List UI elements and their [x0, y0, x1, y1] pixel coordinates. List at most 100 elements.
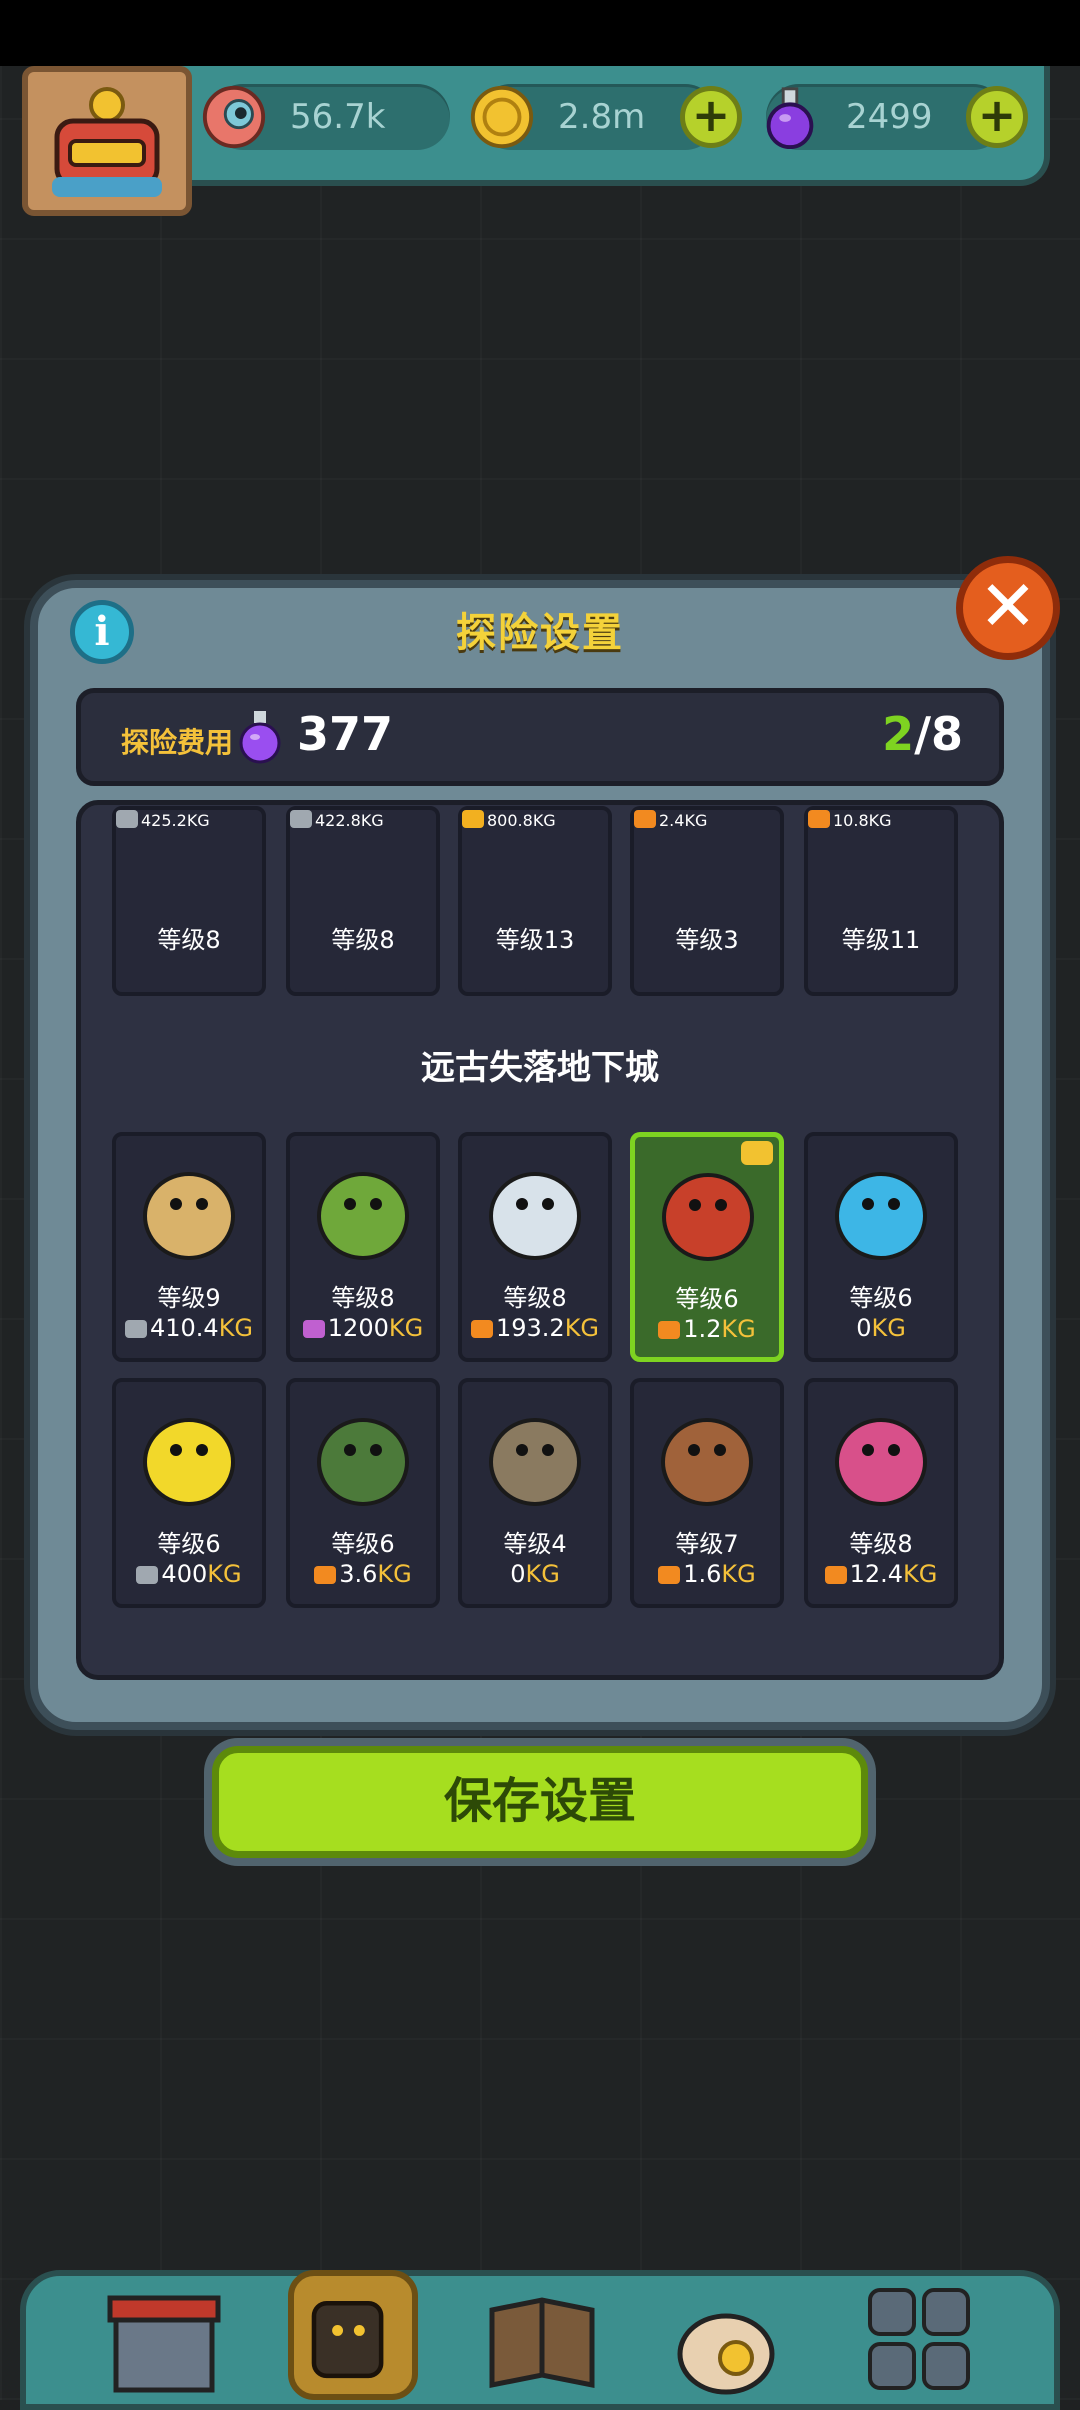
weight-unit: KG — [525, 1560, 560, 1588]
nav-menu-grid-icon[interactable] — [860, 2270, 980, 2400]
mandrake-icon — [317, 1172, 409, 1260]
monster-level: 等级6 — [157, 1530, 221, 1558]
player-avatar[interactable] — [22, 66, 192, 216]
selected-badge-icon — [741, 1141, 773, 1165]
weight-value: 400 — [161, 1560, 208, 1588]
status-bar — [0, 0, 1080, 66]
monster-level: 等级3 — [675, 926, 739, 954]
kg-bag-icon — [116, 810, 138, 828]
monster-level: 等级8 — [157, 926, 221, 954]
weight-unit: KG — [721, 1560, 756, 1588]
card-brown-bear[interactable]: 等级7 1.6KG — [630, 1378, 784, 1608]
weight-value: 1200 — [327, 1314, 389, 1342]
weight-value: 0 — [856, 1314, 872, 1342]
kg-bag-icon — [824, 1566, 847, 1584]
eyeball-value: 56.7k — [290, 97, 386, 137]
card-red-dino[interactable]: 等级6 1.2KG — [630, 1132, 784, 1362]
card-blue-blob[interactable]: 等级6 0KG — [804, 1132, 958, 1362]
weight-unit: KG — [868, 811, 892, 830]
monster-level: 等级13 — [495, 926, 575, 954]
nav-coin-bag-icon[interactable] — [666, 2270, 786, 2400]
weight-value: 10.8 — [833, 811, 869, 830]
weight-unit: KG — [903, 1560, 938, 1588]
weight-value: 425.2 — [141, 811, 187, 830]
pink-chameleon-icon — [835, 1418, 927, 1506]
partial-monster-card[interactable]: 等级3 2.4KG — [630, 806, 784, 996]
weight-value: 410.4 — [149, 1314, 219, 1342]
weight-label: 0KG — [462, 1560, 608, 1588]
eyeball-resource: 56.7k — [202, 84, 450, 150]
partial-monster-card[interactable]: 等级8 422.8KG — [286, 806, 440, 996]
card-pink-chameleon[interactable]: 等级8 12.4KG — [804, 1378, 958, 1608]
weight-value: 1.2 — [683, 1315, 722, 1343]
weight-unit: KG — [186, 811, 210, 830]
weight-unit: KG — [218, 1314, 254, 1342]
save-settings-button[interactable]: 保存设置 — [212, 1746, 868, 1858]
kg-bag-icon — [124, 1320, 147, 1338]
weight-label: 1.2KG — [635, 1315, 779, 1343]
top-hat-goblin-icon — [317, 1418, 409, 1506]
kg-bag-icon — [658, 1321, 681, 1339]
weight-unit: KG — [377, 1560, 412, 1588]
kg-bag-icon — [136, 1566, 159, 1584]
partial-monster-card[interactable]: 等级11 10.8KG — [804, 806, 958, 996]
kg-bag-icon — [634, 810, 656, 828]
cost-value: 377 — [297, 707, 394, 761]
partial-monster-card[interactable]: 等级8 425.2KG — [112, 806, 266, 996]
nav-shop-icon[interactable] — [104, 2270, 224, 2400]
yellow-lizard-icon — [143, 1418, 235, 1506]
weight-value: 193.2 — [495, 1314, 565, 1342]
weight-unit: KG — [532, 811, 556, 830]
section-title: 远古失落地下城 — [421, 1048, 659, 1088]
weight-label: 0KG — [808, 1314, 954, 1342]
monster-level: 等级6 — [675, 1285, 739, 1313]
monster-level: 等级6 — [849, 1284, 913, 1312]
potion-value: 2499 — [846, 97, 933, 137]
weight-label: 12.4KG — [808, 1560, 954, 1588]
kg-bag-icon — [290, 810, 312, 828]
monster-level: 等级8 — [503, 1284, 567, 1312]
weight-value: 3.6 — [339, 1560, 378, 1588]
add-potion-button[interactable]: + — [966, 86, 1028, 148]
expedition-cost-bar: 探险费用 377 2/8 — [76, 688, 1004, 786]
weight-unit: KG — [207, 1560, 242, 1588]
coin-icon — [470, 85, 534, 149]
nav-book-icon[interactable] — [482, 2270, 602, 2400]
card-scarecrow-king[interactable]: 等级9 410.4KG — [112, 1132, 266, 1362]
kg-bag-icon — [314, 1566, 337, 1584]
card-top-hat-goblin[interactable]: 等级6 3.6KG — [286, 1378, 440, 1608]
card-mandrake[interactable]: 等级8 1200KG — [286, 1132, 440, 1362]
monster-level: 等级11 — [841, 926, 921, 954]
weight-unit: KG — [564, 1314, 600, 1342]
weight-value: 0 — [510, 1560, 526, 1588]
close-icon[interactable]: ✕ — [956, 556, 1060, 660]
weight-label: 422.8KG — [290, 810, 436, 830]
weight-value: 800.8 — [487, 811, 533, 830]
monster-level: 等级7 — [675, 1530, 739, 1558]
treasure-chest-icon — [489, 1418, 581, 1506]
selected-count: 2/8 — [882, 707, 963, 761]
card-yeti[interactable]: 等级8 193.2KG — [458, 1132, 612, 1362]
monster-level: 等级8 — [849, 1530, 913, 1558]
card-treasure-chest[interactable]: 等级4 0KG — [458, 1378, 612, 1608]
selected-count-total: /8 — [914, 707, 963, 761]
cost-label: 探险费用 — [121, 726, 234, 759]
nav-dungeon-icon[interactable] — [288, 2270, 418, 2400]
weight-label: 410.4KG — [116, 1314, 262, 1342]
weight-value: 1.6 — [683, 1560, 722, 1588]
weight-unit: KG — [684, 811, 708, 830]
red-dino-icon — [662, 1173, 754, 1261]
kg-bag-icon — [462, 810, 484, 828]
card-yellow-lizard[interactable]: 等级6 400KG — [112, 1378, 266, 1608]
weight-unit: KG — [388, 1314, 424, 1342]
partial-monster-card[interactable]: 等级13 800.8KG — [458, 806, 612, 996]
weight-unit: KG — [360, 811, 384, 830]
weight-value: 2.4 — [659, 811, 685, 830]
dialog-title: 探险设置 — [456, 610, 624, 656]
add-coin-button[interactable]: + — [680, 86, 742, 148]
weight-value: 422.8 — [315, 811, 361, 830]
yeti-icon — [489, 1172, 581, 1260]
monster-level: 等级4 — [503, 1530, 567, 1558]
weight-unit: KG — [721, 1315, 756, 1343]
weight-label: 425.2KG — [116, 810, 262, 830]
